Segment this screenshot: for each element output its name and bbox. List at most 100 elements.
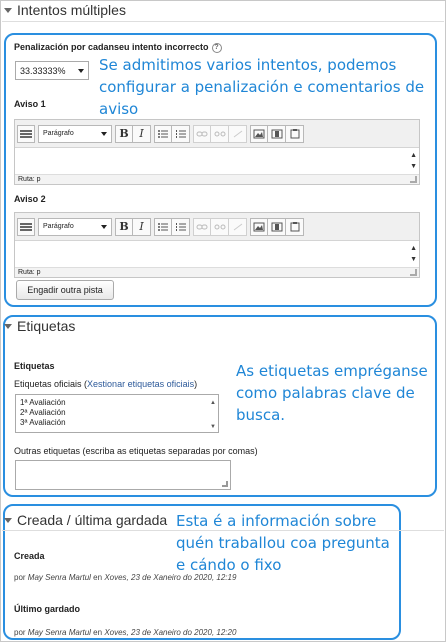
no-link-icon[interactable] <box>229 217 247 236</box>
official-tags-listbox[interactable]: 1ª Avaliación 2ª Avaliación 3ª Avaliació… <box>15 394 219 433</box>
paste-icon[interactable] <box>286 124 304 143</box>
section-tags-header[interactable]: Etiquetas <box>4 318 75 334</box>
editor-path-bar: Ruta: p <box>15 267 419 277</box>
resize-grip-icon[interactable] <box>410 176 417 183</box>
italic-button[interactable]: I <box>133 124 151 143</box>
created-heading: Creada <box>14 551 45 561</box>
numbered-list-icon[interactable] <box>172 217 190 236</box>
scroll-up-icon[interactable]: ▲ <box>210 400 216 406</box>
unlink-icon[interactable] <box>211 124 229 143</box>
image-icon[interactable] <box>250 124 268 143</box>
other-tags-input[interactable] <box>15 460 231 490</box>
scroll-down-icon[interactable]: ▼ <box>210 424 216 430</box>
insert-group <box>250 217 304 236</box>
penalty-select[interactable]: 33.33333% <box>15 61 89 80</box>
list-item[interactable]: 1ª Avaliación <box>16 395 218 408</box>
insert-group <box>250 124 304 143</box>
scroll-up-icon[interactable]: ▲ <box>410 243 417 254</box>
section-multiple-tries-header[interactable]: Intentos múltiples <box>4 2 126 18</box>
list-group <box>154 124 190 143</box>
other-tags-label: Outras etiquetas (escriba as etiquetas s… <box>14 446 258 456</box>
divider <box>2 21 444 22</box>
link-icon[interactable] <box>193 124 211 143</box>
media-icon[interactable] <box>268 124 286 143</box>
created-author: May Senra Martul <box>27 573 91 582</box>
format-select[interactable]: Parágrafo <box>38 124 112 143</box>
image-icon[interactable] <box>250 217 268 236</box>
tags-heading: Etiquetas <box>14 361 55 371</box>
annotation-tags: As etiquetas empréganse como palabras cl… <box>236 362 428 424</box>
saved-in: en <box>93 628 103 637</box>
collapse-triangle-icon <box>4 7 12 13</box>
list-item[interactable]: 3ª Avaliación <box>16 418 218 428</box>
path-label: Ruta: p <box>18 269 41 276</box>
help-icon[interactable]: ? <box>211 42 222 53</box>
section-title: Creada / última gardada <box>17 512 168 528</box>
scroll-down-icon[interactable]: ▼ <box>410 161 417 172</box>
bold-button[interactable]: B <box>115 217 133 236</box>
resize-grip-icon[interactable] <box>222 481 228 487</box>
created-date: Xoves, 23 de Xaneiro do 2020, 12:19 <box>104 573 237 582</box>
hint-1-textarea[interactable]: ▲ ▼ <box>15 148 419 174</box>
resize-grip-icon[interactable] <box>410 269 417 276</box>
saved-prefix: por <box>14 628 26 637</box>
created-info: por May Senra Martul en Xoves, 23 de Xan… <box>14 573 236 582</box>
collapse-triangle-icon <box>4 517 12 523</box>
toolbar-toggle-icon[interactable] <box>17 124 35 143</box>
editor-scrollbar[interactable]: ▲ ▼ <box>410 150 417 172</box>
format-select[interactable]: Parágrafo <box>38 217 112 236</box>
section-title: Intentos múltiples <box>17 2 126 18</box>
listbox-scrollbar[interactable]: ▲ <box>206 398 216 408</box>
list-item[interactable]: 2ª Avaliación <box>16 408 218 418</box>
text-style-group: B I <box>115 217 151 236</box>
manage-official-tags-link[interactable]: Xestionar etiquetas oficiais <box>87 379 194 389</box>
paste-icon[interactable] <box>286 217 304 236</box>
italic-button[interactable]: I <box>133 217 151 236</box>
editor-toolbar: Parágrafo B I <box>15 120 419 148</box>
scroll-down-icon[interactable]: ▼ <box>410 254 417 265</box>
no-link-icon[interactable] <box>229 124 247 143</box>
toolbar-toggle-icon[interactable] <box>17 217 35 236</box>
annotation-tries: Se admitimos varios intentos, podemos co… <box>99 56 425 118</box>
penalty-value: 33.33333% <box>20 65 66 76</box>
scroll-up-icon[interactable]: ▲ <box>410 150 417 161</box>
section-created-header[interactable]: Creada / última gardada <box>4 512 167 528</box>
hint-1-editor: Parágrafo B I ▲ ▼ Ruta: p <box>14 119 420 185</box>
penalty-label: Penalización por cadanseu intento incorr… <box>14 42 222 53</box>
format-select-value: Parágrafo <box>43 130 74 137</box>
editor-path-bar: Ruta: p <box>15 174 419 184</box>
chevron-down-icon <box>101 224 107 229</box>
saved-date: Xoves, 23 de Xaneiro do 2020, 12:20 <box>104 628 237 637</box>
link-group <box>193 124 247 143</box>
hint-2-textarea[interactable]: ▲ ▼ <box>15 241 419 267</box>
saved-author: May Senra Martul <box>27 628 91 637</box>
saved-heading: Último gardado <box>14 604 81 614</box>
official-tags-label: Etiquetas oficiais (Xestionar etiquetas … <box>14 379 198 389</box>
editor-toolbar: Parágrafo B I <box>15 213 419 241</box>
section-title: Etiquetas <box>17 318 76 334</box>
hint-2-editor: Parágrafo B I ▲ ▼ Ruta: p <box>14 212 420 278</box>
penalty-label-text: Penalización por cadanseu intento incorr… <box>14 42 209 52</box>
numbered-list-icon[interactable] <box>172 124 190 143</box>
link-icon[interactable] <box>193 217 211 236</box>
add-hint-button[interactable]: Engadir outra pista <box>16 280 114 300</box>
list-group <box>154 217 190 236</box>
bold-button[interactable]: B <box>115 124 133 143</box>
bullet-list-icon[interactable] <box>154 124 172 143</box>
path-label: Ruta: p <box>18 176 41 183</box>
editor-scrollbar[interactable]: ▲ ▼ <box>410 243 417 265</box>
bullet-list-icon[interactable] <box>154 217 172 236</box>
annotation-created: Esta é a información sobre quén traballo… <box>176 512 390 574</box>
chevron-down-icon <box>78 68 84 73</box>
hint-2-label: Aviso 2 <box>14 194 46 204</box>
text-style-group: B I <box>115 124 151 143</box>
chevron-down-icon <box>101 131 107 136</box>
hint-1-label: Aviso 1 <box>14 99 46 109</box>
official-tags-label-text: Etiquetas oficiais <box>14 379 82 389</box>
media-icon[interactable] <box>268 217 286 236</box>
link-group <box>193 217 247 236</box>
collapse-triangle-icon <box>4 323 12 329</box>
created-in: en <box>93 573 103 582</box>
created-prefix: por <box>14 573 26 582</box>
unlink-icon[interactable] <box>211 217 229 236</box>
